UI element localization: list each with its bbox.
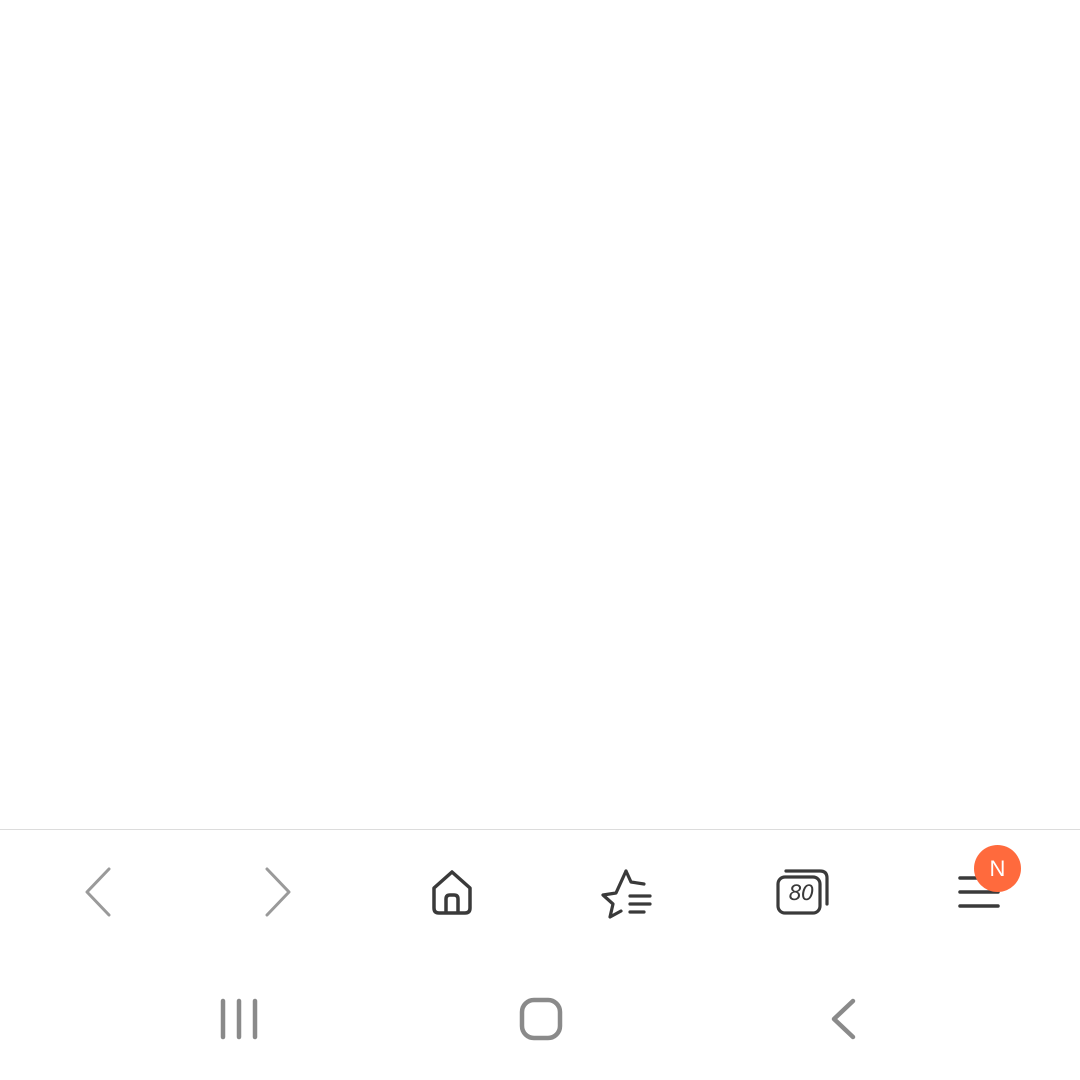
tabs-button[interactable]: 80 (758, 850, 848, 934)
browser-screen: 80 N (0, 0, 1080, 1080)
system-back-button[interactable] (788, 984, 898, 1054)
chevron-right-icon (265, 867, 291, 917)
system-navigation-bar (0, 954, 1080, 1080)
chevron-left-icon (85, 867, 111, 917)
recent-apps-icon (220, 998, 258, 1040)
bookmarks-button[interactable] (582, 850, 672, 934)
system-home-button[interactable] (486, 984, 596, 1054)
back-button[interactable] (53, 850, 143, 934)
notification-badge: N (974, 845, 1021, 892)
forward-button[interactable] (233, 850, 323, 934)
home-rounded-square-icon (519, 997, 563, 1041)
home-icon (432, 870, 472, 915)
tab-count-label: 80 (788, 880, 815, 905)
star-list-icon (601, 869, 652, 919)
home-button[interactable] (407, 850, 497, 934)
recent-apps-button[interactable] (184, 984, 294, 1054)
browser-bottom-toolbar: 80 (0, 829, 1080, 954)
web-page-content-area[interactable] (0, 0, 1080, 829)
back-chevron-icon (831, 998, 856, 1040)
